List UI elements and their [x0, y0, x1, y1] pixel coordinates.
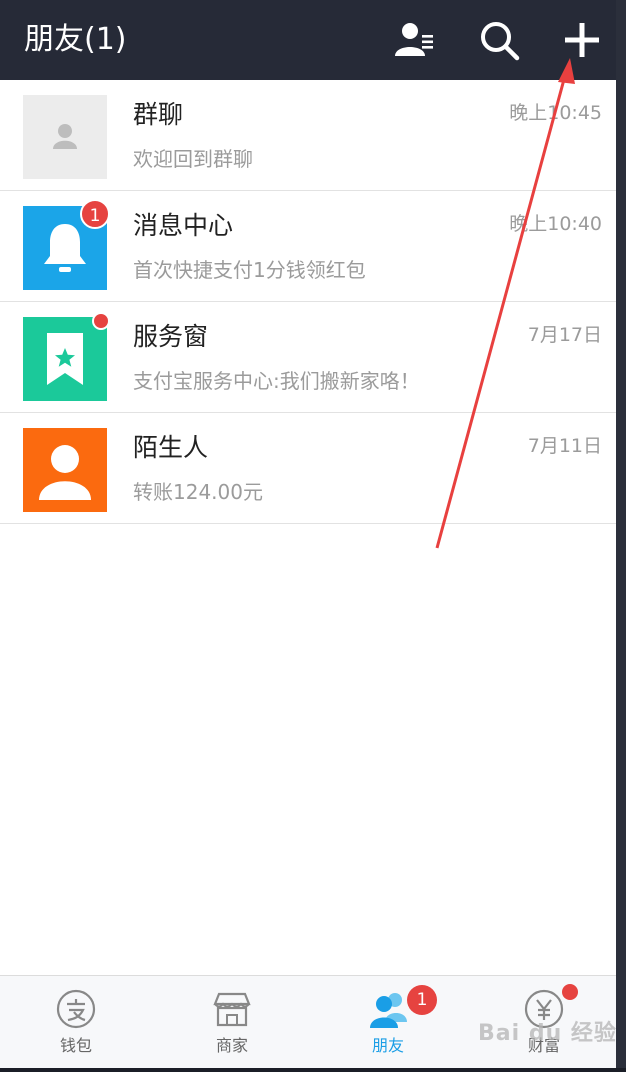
conversation-name: 消息中心 [133, 211, 234, 240]
conversation-time: 晚上10:45 [509, 102, 602, 124]
search-icon[interactable] [477, 18, 521, 62]
conversation-preview: 欢迎回到群聊 [133, 147, 253, 171]
conversation-list: 群聊 欢迎回到群聊 晚上10:45 1 消息中心 首次快捷支付1分钱领红包 晚上… [0, 80, 626, 524]
page-title: 朋友(1) [24, 22, 127, 57]
watermark: Bai du 经验 [478, 1021, 617, 1046]
tab-unread-dot [562, 984, 578, 1000]
tab-label: 钱包 [59, 1036, 92, 1055]
conversation-preview: 转账124.00元 [133, 480, 263, 504]
tab-merchants[interactable]: 商家 [167, 976, 297, 1066]
tab-unread-badge: 1 [407, 985, 437, 1015]
conversation-time: 晚上10:40 [509, 213, 602, 235]
screen-bottom-edge [0, 1068, 626, 1072]
person-icon [23, 428, 107, 512]
tab-wallet[interactable]: 钱包 [11, 976, 141, 1066]
friends-icon [367, 988, 409, 1030]
add-icon[interactable] [560, 18, 604, 62]
conversation-name: 群聊 [133, 100, 184, 129]
conversation-row-message-center[interactable]: 1 消息中心 首次快捷支付1分钱领红包 晚上10:40 [0, 191, 626, 302]
bookmark-star-icon [23, 317, 107, 401]
tab-label: 商家 [215, 1036, 248, 1055]
top-bar: 朋友(1) [0, 0, 626, 80]
conversation-time: 7月11日 [527, 435, 602, 457]
tab-friends[interactable]: 1 朋友 [323, 976, 453, 1066]
conversation-row-group-chat[interactable]: 群聊 欢迎回到群聊 晚上10:45 [0, 80, 626, 191]
contacts-icon[interactable] [392, 18, 436, 62]
conversation-row-strangers[interactable]: 陌生人 转账124.00元 7月11日 [0, 413, 626, 524]
conversation-name: 服务窗 [133, 322, 209, 351]
unread-badge: 1 [80, 199, 110, 229]
conversation-name: 陌生人 [133, 433, 209, 462]
conversation-row-service-window[interactable]: 服务窗 支付宝服务中心:我们搬新家咯！ 7月17日 [0, 302, 626, 413]
unread-dot [92, 312, 110, 330]
wallet-icon [55, 988, 97, 1030]
screen-edge [616, 0, 626, 1072]
tab-label: 朋友 [371, 1036, 404, 1055]
conversation-preview: 首次快捷支付1分钱领红包 [133, 258, 366, 282]
conversation-preview: 支付宝服务中心:我们搬新家咯！ [133, 369, 420, 393]
group-avatar-placeholder [23, 95, 107, 179]
store-icon [211, 988, 253, 1030]
conversation-time: 7月17日 [527, 324, 602, 346]
